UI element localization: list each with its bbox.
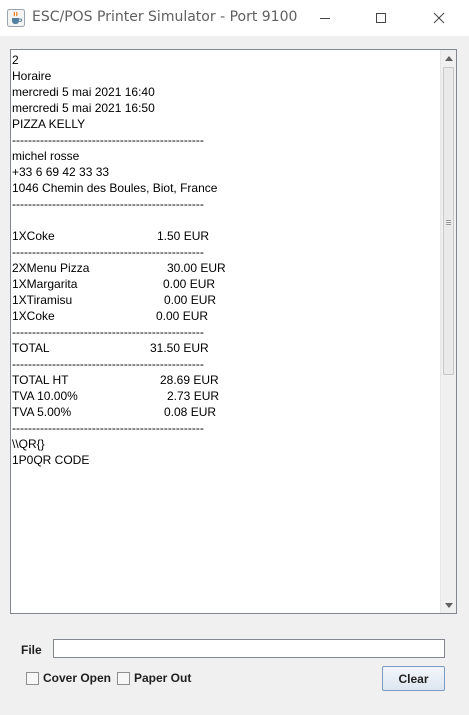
receipt-line-text: michel rosse [12, 149, 80, 163]
receipt-line: ----------------------------------------… [12, 132, 441, 148]
receipt-line: TVA 5.00% 0.08 EUR [12, 404, 441, 420]
receipt-line-text: 1XCoke [12, 229, 55, 243]
maximize-icon [376, 13, 386, 23]
arrow-up-icon [445, 55, 453, 61]
receipt-line-text: TVA 5.00% [12, 405, 72, 419]
receipt-line-text: 1046 Chemin des Boules, Biot, France [12, 181, 218, 195]
receipt-line-amount: 31.50 EUR [150, 341, 209, 355]
receipt-line: 1P0QR CODE [12, 452, 441, 468]
receipt-line: mercredi 5 mai 2021 16:40 [12, 84, 441, 100]
receipt-line-text: TOTAL HT [12, 373, 69, 387]
receipt-line-amount: 28.69 EUR [160, 373, 219, 387]
receipt-line [12, 212, 441, 228]
receipt-line: \\QR{} [12, 436, 441, 452]
receipt-line-text: +33 6 69 42 33 33 [12, 165, 110, 179]
receipt-line: 2XMenu Pizza 30.00 EUR [12, 260, 441, 276]
receipt-line: TOTAL HT 28.69 EUR [12, 372, 441, 388]
receipt-line-text: PIZZA KELLY [12, 117, 86, 131]
vertical-scrollbar[interactable] [440, 50, 456, 613]
receipt-line-text: 1XTiramisu [12, 293, 73, 307]
receipt-line-text: mercredi 5 mai 2021 16:50 [12, 101, 155, 115]
receipt-line-text: ----------------------------------------… [12, 245, 204, 259]
maximize-button[interactable] [358, 0, 404, 36]
receipt-line: PIZZA KELLY [12, 116, 441, 132]
receipt-line: +33 6 69 42 33 33 [12, 164, 441, 180]
receipt-line-text: ----------------------------------------… [12, 325, 204, 339]
receipt-line-text: ----------------------------------------… [12, 421, 204, 435]
receipt-line-amount: 0.08 EUR [164, 405, 217, 419]
close-button[interactable] [416, 0, 462, 36]
receipt-line-text: 2XMenu Pizza [12, 261, 90, 275]
receipt-line: ----------------------------------------… [12, 324, 441, 340]
receipt-line-text: mercredi 5 mai 2021 16:40 [12, 85, 155, 99]
receipt-line-text: TVA 10.00% [12, 389, 78, 403]
file-label: File [21, 643, 42, 657]
thumb-grip-line [446, 224, 451, 225]
paper-out-label: Paper Out [134, 671, 192, 685]
receipt-line: michel rosse [12, 148, 441, 164]
cover-open-checkbox[interactable]: Cover Open [26, 671, 111, 685]
cover-open-label: Cover Open [43, 671, 112, 685]
receipt-line: 1XCoke 0.00 EUR [12, 308, 441, 324]
arrow-down-icon [445, 602, 453, 608]
receipt-line: 1XMargarita 0.00 EUR [12, 276, 441, 292]
receipt-line: 2 [12, 52, 441, 68]
receipt-line-amount: 2.73 EUR [167, 389, 220, 403]
receipt-line-amount: 0.00 EUR [156, 309, 209, 323]
thumb-grip-line [446, 220, 451, 221]
receipt-line: 1XTiramisu 0.00 EUR [12, 292, 441, 308]
receipt-line-amount: 0.00 EUR [163, 277, 216, 291]
java-cup-icon [7, 9, 25, 27]
receipt-line-amount: 30.00 EUR [167, 261, 226, 275]
receipt-line: ----------------------------------------… [12, 356, 441, 372]
printer-simulator-window: ESC/POS Printer Simulator - Port 9100 2 H… [0, 0, 469, 715]
clear-button[interactable]: Clear [382, 666, 445, 691]
receipt-output-frame: 2 Horaire mercredi 5 mai 2021 16:40 mercred… [10, 49, 457, 614]
receipt-line: TVA 10.00% 2.73 EUR [12, 388, 441, 404]
receipt-line-text: ----------------------------------------… [12, 357, 204, 371]
scrollbar-thumb[interactable] [443, 67, 454, 375]
scroll-down-button[interactable] [442, 598, 456, 612]
receipt-line-text: Horaire [12, 69, 52, 83]
receipt-line-text: 2 [12, 53, 19, 67]
receipt-line: mercredi 5 mai 2021 16:50 [12, 100, 441, 116]
receipt-line: Horaire [12, 68, 441, 84]
close-icon [433, 12, 445, 24]
receipt-line-text: 1P0QR CODE [12, 453, 90, 467]
receipt-line-text: \\QR{} [12, 437, 45, 451]
minimize-button[interactable] [302, 0, 348, 36]
receipt-line-text: ----------------------------------------… [12, 197, 204, 211]
receipt-line-text: 1XMargarita [12, 277, 78, 291]
receipt-line-amount: 0.00 EUR [164, 293, 217, 307]
receipt-line: ----------------------------------------… [12, 244, 441, 260]
receipt-line: ----------------------------------------… [12, 196, 441, 212]
receipt-line-text: TOTAL [12, 341, 50, 355]
thumb-grip-line [446, 222, 451, 223]
receipt-line: 1XCoke 1.50 EUR [12, 228, 441, 244]
receipt-line: 1046 Chemin des Boules, Biot, France [12, 180, 441, 196]
receipt-line: ----------------------------------------… [12, 420, 441, 436]
minimize-icon [320, 18, 330, 19]
title-bar: ESC/POS Printer Simulator - Port 9100 [0, 0, 469, 36]
receipt-line-amount: 1.50 EUR [157, 229, 210, 243]
receipt-output-textarea[interactable]: 2 Horaire mercredi 5 mai 2021 16:40 mercred… [11, 50, 441, 613]
receipt-line-text: 1XCoke [12, 309, 55, 323]
file-path-input[interactable] [53, 639, 445, 658]
paper-out-checkbox[interactable]: Paper Out [117, 671, 191, 685]
window-title: ESC/POS Printer Simulator - Port 9100 [32, 9, 298, 25]
receipt-line-text: ----------------------------------------… [12, 133, 204, 147]
scroll-up-button[interactable] [442, 51, 456, 65]
content-panel: 2 Horaire mercredi 5 mai 2021 16:40 mercred… [0, 36, 469, 715]
checkbox-box[interactable] [26, 671, 39, 685]
checkbox-box[interactable] [117, 671, 130, 685]
receipt-line: TOTAL 31.50 EUR [12, 340, 441, 356]
